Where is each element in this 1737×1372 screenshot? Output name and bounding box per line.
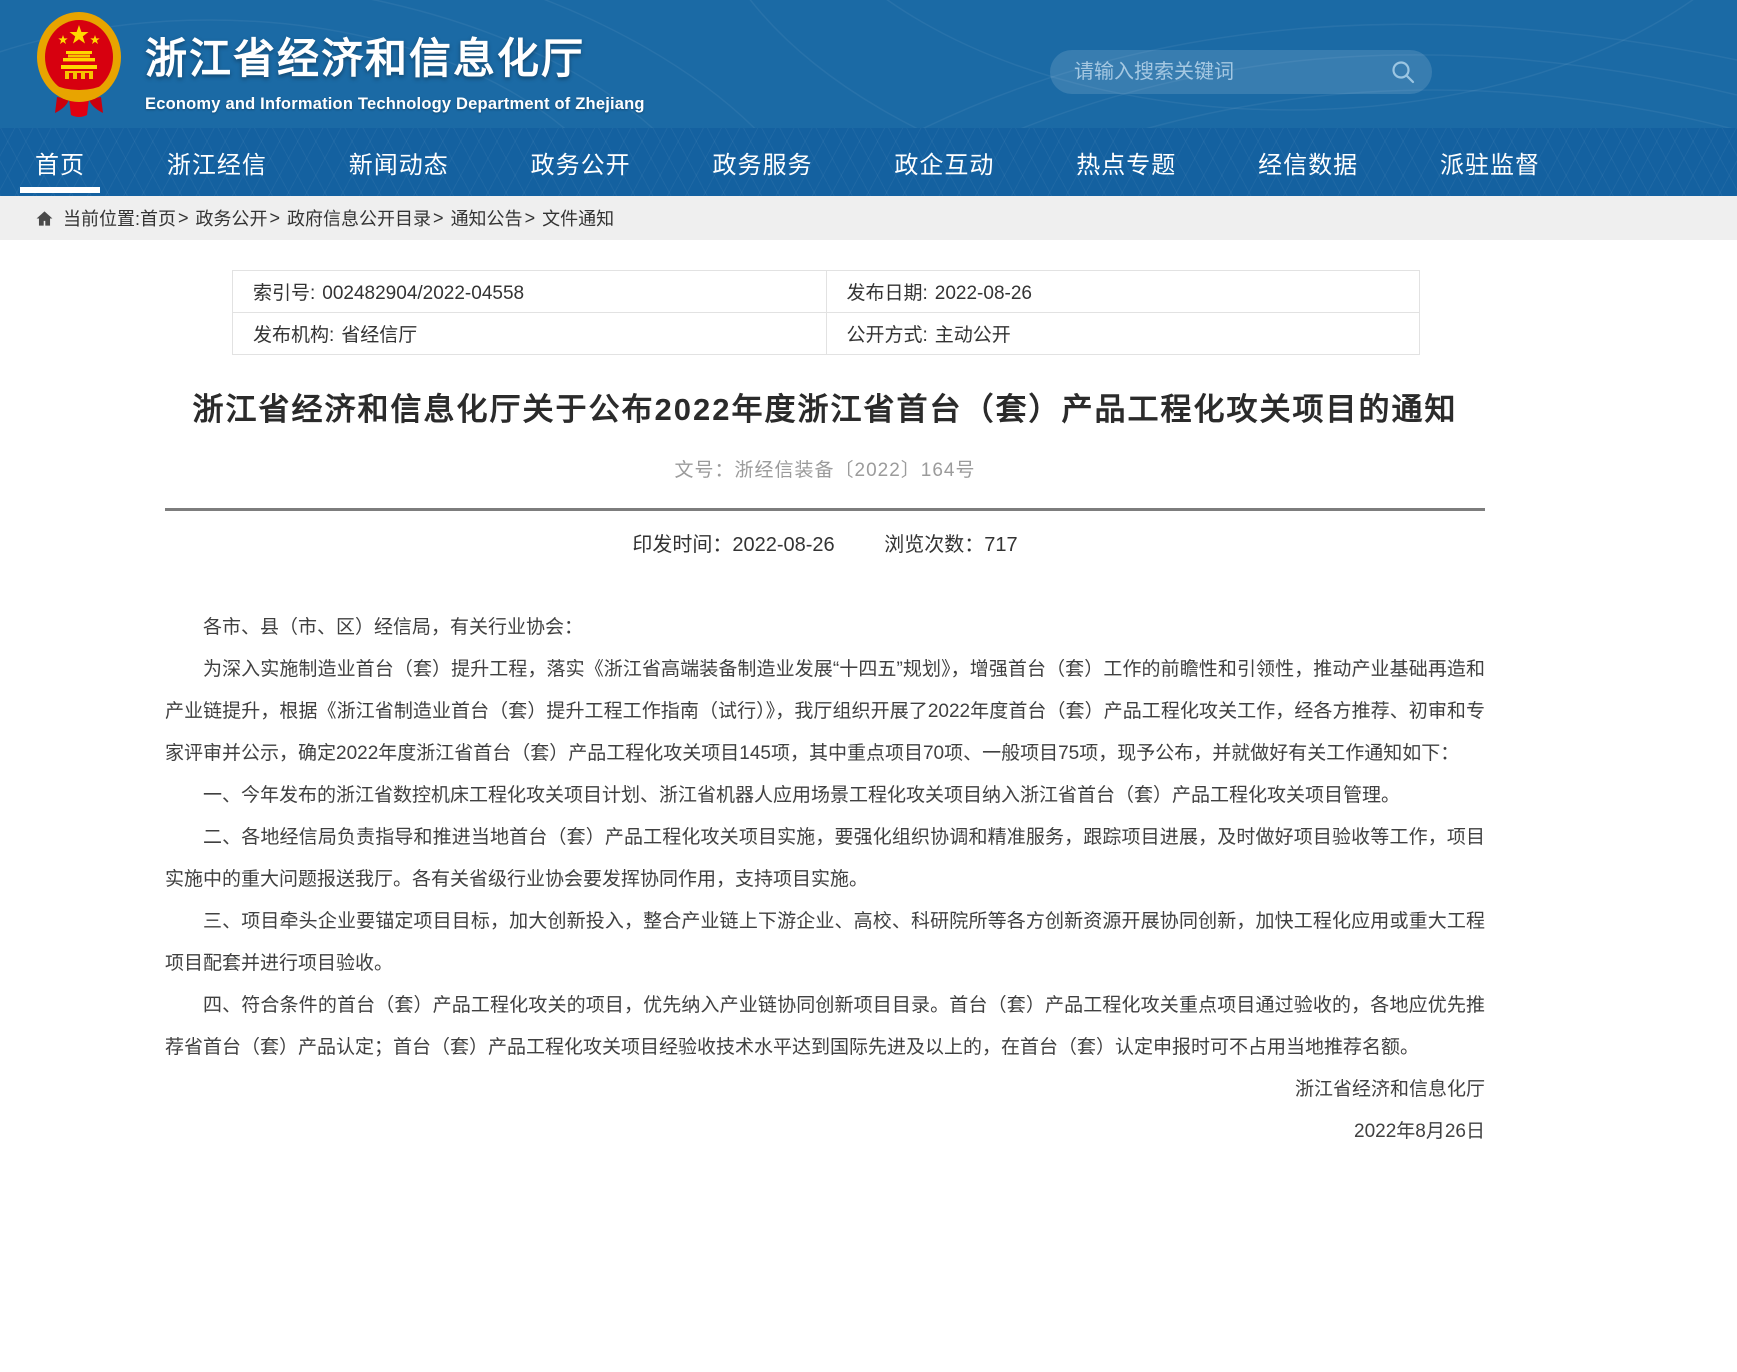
- meta-cell-publish-date: 发布日期: 2022-08-26: [826, 271, 1420, 313]
- breadcrumb-item-catalog[interactable]: 政府信息公开目录: [287, 205, 431, 231]
- salutation: 各市、县（市、区）经信局，有关行业协会：: [165, 607, 1485, 649]
- site-title: 浙江省经济和信息化厅: [145, 25, 645, 86]
- nav-item-jingxin-data[interactable]: 经信数据: [1258, 128, 1358, 196]
- breadcrumb-separator: >: [270, 208, 281, 229]
- signature-date: 2022年8月26日: [165, 1111, 1485, 1153]
- search-box[interactable]: [1050, 50, 1432, 94]
- meta-table-row: 发布机构: 省经信厅 公开方式: 主动公开: [233, 313, 1420, 355]
- paragraph-item-3: 三、项目牵头企业要锚定项目目标，加大创新投入，整合产业链上下游企业、高校、科研院…: [165, 901, 1485, 985]
- brand-text: 浙江省经济和信息化厅 Economy and Information Techn…: [145, 11, 645, 114]
- meta-value: 2022-08-26: [935, 283, 1032, 304]
- site-brand: 浙江省经济和信息化厅 Economy and Information Techn…: [35, 11, 645, 117]
- paragraph-intro: 为深入实施制造业首台（套）提升工程，落实《浙江省高端装备制造业发展“十四五”规划…: [165, 649, 1485, 775]
- national-emblem-logo: [35, 11, 123, 117]
- doc-number-line: 文号：浙经信装备〔2022〕164号: [165, 455, 1485, 482]
- nav-item-gov-services[interactable]: 政务服务: [713, 128, 813, 196]
- breadcrumb: 当前位置: 首页 > 政务公开 > 政府信息公开目录 > 通知公告 > 文件通知: [0, 196, 1737, 240]
- breadcrumb-item-file-notice[interactable]: 文件通知: [542, 205, 614, 231]
- meta-label: 发布机构:: [253, 325, 334, 346]
- print-date: 印发时间：2022-08-26: [632, 534, 834, 556]
- home-icon: [35, 209, 54, 228]
- breadcrumb-item-gov-info[interactable]: 政务公开: [196, 205, 268, 231]
- main-nav: 首页 浙江经信 新闻动态 政务公开 政务服务 政企互动 热点专题 经信数据 派驻…: [0, 128, 1737, 196]
- search-icon[interactable]: [1390, 59, 1416, 85]
- meta-value: 主动公开: [935, 325, 1011, 346]
- nav-item-news[interactable]: 新闻动态: [349, 128, 449, 196]
- meta-label: 索引号:: [253, 283, 315, 304]
- doc-number-value: 浙经信装备〔2022〕164号: [735, 460, 976, 481]
- signature-organization: 浙江省经济和信息化厅: [165, 1069, 1485, 1111]
- meta-cell-index-number: 索引号: 002482904/2022-04558: [233, 271, 827, 313]
- meta-value: 省经信厅: [341, 325, 417, 346]
- paragraph-item-1: 一、今年发布的浙江省数控机床工程化攻关项目计划、浙江省机器人应用场景工程化攻关项…: [165, 775, 1485, 817]
- meta-table-row: 索引号: 002482904/2022-04558 发布日期: 2022-08-26: [233, 271, 1420, 313]
- nav-item-gov-info-disclosure[interactable]: 政务公开: [531, 128, 631, 196]
- paragraph-item-2: 二、各地经信局负责指导和推进当地首台（套）产品工程化攻关项目实施，要强化组织协调…: [165, 817, 1485, 901]
- nav-item-zhejiang-jingxin[interactable]: 浙江经信: [167, 128, 267, 196]
- search-input[interactable]: [1074, 61, 1390, 84]
- nav-item-hot-topics[interactable]: 热点专题: [1076, 128, 1176, 196]
- meta-cell-disclosure-method: 公开方式: 主动公开: [826, 313, 1420, 355]
- meta-table: 索引号: 002482904/2022-04558 发布日期: 2022-08-26…: [232, 270, 1420, 355]
- view-count: 浏览次数：717: [884, 534, 1017, 556]
- doc-number-label: 文号：: [675, 460, 735, 481]
- meta-label: 公开方式:: [847, 325, 928, 346]
- site-header: 浙江省经济和信息化厅 Economy and Information Techn…: [0, 0, 1737, 128]
- doc-meta-line: 印发时间：2022-08-26 浏览次数：717: [165, 528, 1485, 557]
- breadcrumb-item-notices[interactable]: 通知公告: [451, 205, 523, 231]
- signature-block: 浙江省经济和信息化厅 2022年8月26日: [165, 1069, 1485, 1153]
- article-content: 索引号: 002482904/2022-04558 发布日期: 2022-08-26…: [165, 240, 1485, 1153]
- meta-label: 发布日期:: [847, 283, 928, 304]
- doc-body: 各市、县（市、区）经信局，有关行业协会： 为深入实施制造业首台（套）提升工程，落…: [165, 607, 1485, 1069]
- paragraph-item-4: 四、符合条件的首台（套）产品工程化攻关的项目，优先纳入产业链协同创新项目目录。首…: [165, 985, 1485, 1069]
- meta-value: 002482904/2022-04558: [322, 283, 524, 304]
- nav-item-home[interactable]: 首页: [35, 128, 85, 196]
- breadcrumb-item-home[interactable]: 首页: [140, 205, 176, 231]
- title-divider: [165, 508, 1485, 511]
- breadcrumb-separator: >: [525, 208, 536, 229]
- breadcrumb-separator: >: [433, 208, 444, 229]
- nav-item-dispatched-supervision[interactable]: 派驻监督: [1440, 128, 1540, 196]
- breadcrumb-prefix: 当前位置:: [63, 205, 140, 231]
- site-subtitle: Economy and Information Technology Depar…: [145, 95, 645, 114]
- meta-cell-publisher: 发布机构: 省经信厅: [233, 313, 827, 355]
- nav-item-gov-enterprise[interactable]: 政企互动: [894, 128, 994, 196]
- breadcrumb-separator: >: [178, 208, 189, 229]
- page-title: 浙江省经济和信息化厅关于公布2022年度浙江省首台（套）产品工程化攻关项目的通知: [165, 389, 1485, 431]
